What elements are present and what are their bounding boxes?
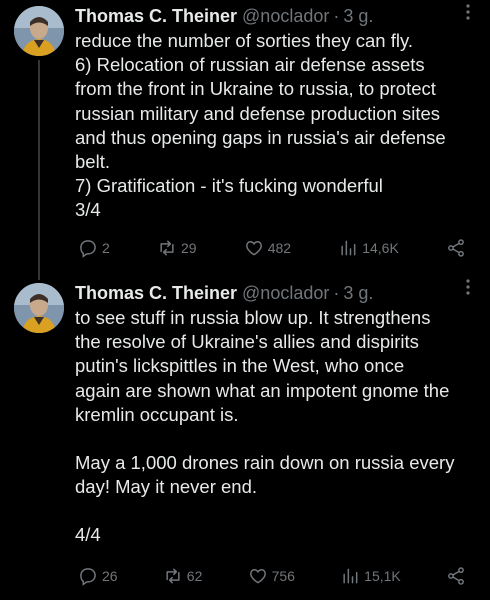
author-handle[interactable]: @noclador	[242, 4, 329, 28]
tweet-actions: 26 62 756 15,1K	[78, 564, 466, 588]
tweet-line: reduce the number of sorties they can fl…	[75, 30, 413, 51]
views-button[interactable]: 15,1K	[340, 566, 401, 586]
views-button[interactable]: 14,6K	[338, 238, 399, 258]
like-button[interactable]: 482	[244, 238, 291, 258]
more-options-icon[interactable]	[458, 277, 478, 297]
share-icon	[448, 239, 464, 257]
tweet-4-of-4[interactable]: Thomas C. Theiner @noclador · 3 g. to se…	[0, 275, 490, 600]
retweet-button[interactable]: 62	[163, 566, 203, 586]
tweet-line: putin's lickspittles in the West, who on…	[75, 355, 405, 377]
retweet-button[interactable]: 29	[157, 238, 197, 258]
analytics-icon	[341, 240, 356, 256]
author-name[interactable]: Thomas C. Theiner	[75, 4, 237, 28]
retweet-count: 62	[186, 568, 203, 584]
tweet-line: kremlin occupant is.	[75, 403, 239, 425]
author-handle[interactable]: @noclador	[242, 281, 329, 305]
retweet-icon	[160, 240, 174, 256]
tweet-line: to see stuff in russia blow up. It stren…	[75, 307, 431, 328]
tweet-time[interactable]: 3 g.	[343, 4, 373, 28]
tweet-line: May a 1,000 drones rain down on russia e…	[75, 452, 455, 474]
reply-icon	[80, 240, 96, 258]
analytics-icon	[343, 568, 358, 584]
tweet-line: the resolve of Ukraine's allies and disp…	[75, 331, 419, 353]
like-count: 482	[267, 240, 292, 256]
reply-button[interactable]: 2	[78, 238, 110, 258]
tweet-text: reduce the number of sorties they can fl…	[75, 29, 480, 223]
reply-count: 2	[102, 240, 110, 256]
tweet-line: from the front in Ukraine to russia, to …	[75, 78, 436, 100]
avatar[interactable]	[14, 283, 64, 333]
avatar[interactable]	[14, 6, 64, 56]
reply-count: 26	[102, 568, 118, 584]
tweet-line: day! May it never end.	[75, 476, 258, 498]
tweet-line: and thus opening gaps in russia's air de…	[75, 126, 446, 148]
share-button[interactable]	[446, 238, 466, 258]
tweet-time[interactable]: 3 g.	[343, 281, 373, 305]
tweet-3-of-4[interactable]: Thomas C. Theiner @noclador · 3 g. reduc…	[0, 0, 490, 280]
tweet-header: Thomas C. Theiner @noclador · 3 g.	[75, 281, 480, 305]
tweet-line: 4/4	[75, 524, 101, 546]
thread-connector-line	[38, 60, 40, 280]
tweet-header: Thomas C. Theiner @noclador · 3 g.	[75, 4, 480, 28]
like-count: 756	[271, 568, 295, 584]
views-count: 15,1K	[364, 568, 401, 584]
heart-icon	[245, 240, 262, 256]
share-button[interactable]	[446, 566, 466, 586]
separator-dot: ·	[333, 6, 340, 26]
separator-dot: ·	[333, 283, 340, 303]
tweet-actions: 2 29 482 14,6K	[78, 236, 466, 260]
tweet-line: again are shown what an impotent gnome t…	[75, 379, 450, 401]
retweet-count: 29	[180, 240, 197, 256]
author-name[interactable]: Thomas C. Theiner	[75, 281, 237, 305]
tweet-text: to see stuff in russia blow up. It stren…	[75, 306, 480, 548]
like-button[interactable]: 756	[248, 566, 295, 586]
share-icon	[448, 567, 464, 585]
tweet-line: 3/4	[75, 199, 101, 221]
tweet-line: 6) Relocation of russian air defense ass…	[75, 54, 425, 76]
reply-icon	[80, 568, 96, 586]
retweet-icon	[166, 568, 180, 584]
more-options-icon[interactable]	[458, 2, 478, 22]
tweet-line: belt.	[75, 151, 110, 173]
tweet-line: 7) Gratification - it's fucking wonderfu…	[75, 175, 383, 197]
heart-icon	[249, 568, 266, 584]
views-count: 14,6K	[362, 240, 399, 256]
reply-button[interactable]: 26	[78, 566, 118, 586]
tweet-line: russian military and defense production …	[75, 102, 441, 124]
